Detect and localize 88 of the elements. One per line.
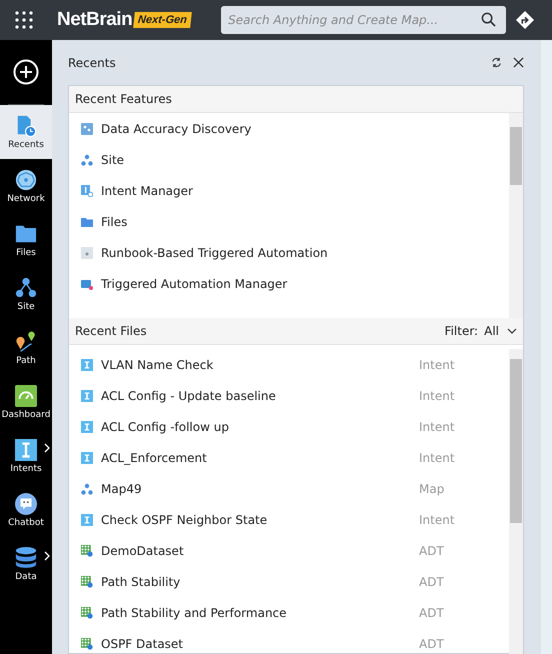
file-type: ADT	[419, 606, 445, 620]
file-type: ADT	[419, 636, 445, 650]
file-type: Intent	[419, 420, 456, 434]
section-title: Recent Features	[75, 92, 173, 106]
file-row[interactable]: ACL Config -follow up Intent	[81, 411, 509, 442]
file-type: Intent	[419, 388, 456, 402]
intent-icon	[81, 390, 93, 402]
file-type: Intent	[419, 358, 456, 372]
file-row[interactable]: Map49 Map	[81, 473, 509, 504]
file-row[interactable]: VLAN Name Check Intent	[81, 349, 509, 380]
site-icon	[15, 276, 37, 298]
path-pins-icon	[15, 330, 37, 352]
feature-item[interactable]: Intent Manager	[81, 175, 509, 206]
direction-sign-icon[interactable]	[516, 11, 534, 29]
filter-label: Filter:	[444, 324, 478, 338]
intent-icon	[81, 420, 93, 432]
intent-icon	[81, 452, 93, 464]
search-field[interactable]: Search Anything and Create Map...	[221, 6, 506, 34]
table-info-icon	[81, 638, 93, 650]
file-type: Intent	[419, 512, 456, 526]
runbook-icon	[81, 246, 93, 258]
nav-item[interactable]: Files	[0, 213, 52, 267]
database-icon	[15, 546, 37, 568]
scrollbar[interactable]	[509, 113, 523, 318]
folder-icon	[81, 216, 93, 228]
file-type: Intent	[419, 450, 456, 464]
app-grid-icon[interactable]	[15, 11, 33, 29]
dataset-icon	[81, 122, 93, 134]
file-name: Path Stability	[101, 574, 182, 588]
intent-icon	[15, 438, 37, 460]
section-title: Recent Files	[75, 324, 148, 338]
feature-item[interactable]: Triggered Automation Manager	[81, 268, 509, 299]
file-row[interactable]: OSPF Dataset ADT	[81, 628, 509, 654]
nav-item[interactable]: Path	[0, 321, 52, 375]
refresh-icon[interactable]	[491, 57, 502, 68]
file-type: ADT	[419, 574, 445, 588]
brand-logo: NetBrain	[57, 9, 132, 31]
nav-item[interactable]: Data	[0, 537, 52, 591]
globe-network-icon	[15, 168, 37, 190]
file-row[interactable]: ACL Config - Update baseline Intent	[81, 380, 509, 411]
table-info-icon	[81, 544, 93, 556]
file-name: ACL Config - Update baseline	[101, 388, 277, 402]
chatbot-icon	[15, 492, 37, 514]
file-type: Map	[419, 482, 446, 496]
chevron-right-icon[interactable]	[44, 551, 50, 561]
nav-item[interactable]: Site	[0, 267, 52, 321]
site-icon	[81, 482, 93, 494]
file-name: OSPF Dataset	[101, 636, 184, 650]
nav-item[interactable]: Chatbot	[0, 483, 52, 537]
chevron-right-icon[interactable]	[44, 443, 50, 453]
nav-item[interactable]: Dashboard	[0, 375, 52, 429]
close-icon[interactable]	[513, 57, 524, 68]
feature-item[interactable]: Data Accuracy Discovery	[81, 113, 509, 144]
file-name: Path Stability and Performance	[101, 606, 288, 620]
edition-badge: Next-Gen	[133, 12, 192, 28]
file-name: VLAN Name Check	[101, 358, 214, 372]
file-name: ACL_Enforcement	[101, 450, 208, 464]
intent-gear-icon	[81, 184, 93, 196]
file-name: Map49	[101, 482, 143, 496]
automation-icon	[81, 278, 93, 290]
intent-icon	[81, 358, 93, 370]
feature-item[interactable]: Runbook-Based Triggered Automation	[81, 237, 509, 268]
scrollbar[interactable]	[509, 349, 523, 654]
file-name: ACL Config -follow up	[101, 420, 230, 434]
nav-item[interactable]: Network	[0, 159, 52, 213]
nav-item[interactable]: Recents	[0, 105, 52, 159]
site-icon	[81, 154, 93, 166]
nav-item[interactable]: Intents	[0, 429, 52, 483]
feature-item[interactable]: Files	[81, 206, 509, 237]
table-info-icon	[81, 576, 93, 588]
file-row[interactable]: Check OSPF Neighbor State Intent	[81, 504, 509, 535]
panel-title: Recents	[68, 56, 117, 70]
file-row[interactable]: Path Stability ADT	[81, 566, 509, 597]
file-name: Check OSPF Neighbor State	[101, 512, 268, 526]
gauge-icon	[15, 384, 37, 406]
table-info-icon	[81, 606, 93, 618]
intent-icon	[81, 514, 93, 526]
file-row[interactable]: ACL_Enforcement Intent	[81, 442, 509, 473]
filter-dropdown[interactable]: All	[484, 324, 517, 338]
feature-item[interactable]: Site	[81, 144, 509, 175]
chevron-down-icon	[507, 328, 517, 334]
file-row[interactable]: DemoDataset ADT	[81, 535, 509, 566]
file-name: DemoDataset	[101, 544, 185, 558]
document-clock-icon	[15, 114, 37, 136]
file-row[interactable]: Path Stability and Performance ADT	[81, 597, 509, 628]
search-icon[interactable]	[481, 12, 496, 27]
file-type: ADT	[419, 544, 445, 558]
add-icon[interactable]	[13, 59, 39, 85]
